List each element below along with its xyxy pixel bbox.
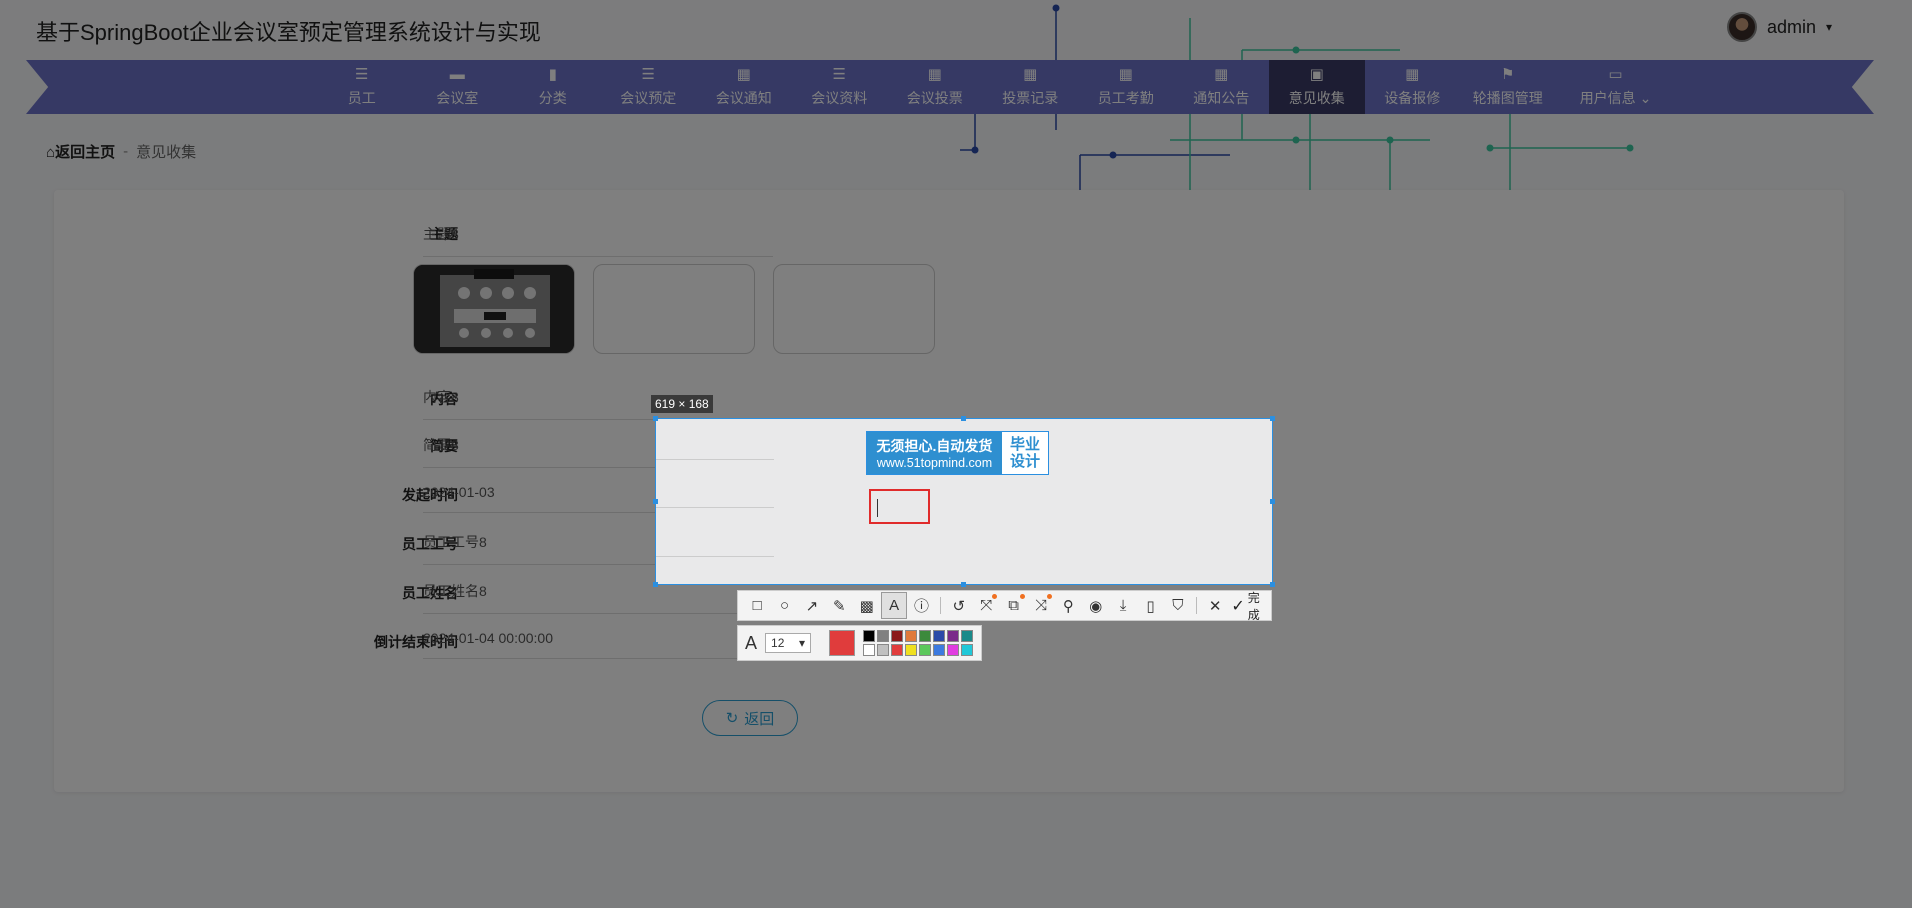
phone-icon[interactable]: ▯ — [1137, 592, 1163, 619]
resize-handle-bottom-right[interactable] — [1270, 582, 1275, 587]
color-swatch[interactable] — [891, 644, 904, 656]
done-button[interactable]: ✓ 完成 — [1231, 589, 1271, 623]
screenshot-toolbar: □ ○ ↗ ✎ ▩ Aⓘ ↺ ⤧ ⧉ ⤨ ⚲ ◉ ⤓ ▯ ⛉ ✕ ✓ 完成 — [737, 589, 1272, 623]
selection-underlying-line — [656, 507, 774, 508]
current-color-swatch[interactable] — [829, 630, 856, 656]
ad-label: 毕业 设计 — [1009, 436, 1040, 470]
page-root: 基于SpringBoot企业会议室预定管理系统设计与实现 — [0, 0, 1912, 908]
resize-handle-right[interactable] — [1270, 499, 1275, 504]
resize-handle-top[interactable] — [961, 416, 966, 421]
resize-handle-left[interactable] — [653, 499, 658, 504]
color-swatch[interactable] — [905, 644, 918, 656]
bookmark-icon[interactable]: ⛉ — [1165, 592, 1191, 619]
ad-url: www.51topmind.com — [876, 456, 993, 470]
text-annotation-box[interactable] — [869, 489, 930, 524]
done-label: 完成 — [1247, 590, 1260, 622]
ad-banner-left: 无须担心.自动发货 www.51topmind.com — [867, 432, 1002, 474]
toolbar-separator — [1196, 597, 1198, 614]
resize-handle-top-left[interactable] — [653, 416, 658, 421]
color-swatch[interactable] — [961, 644, 974, 656]
long-screenshot-icon[interactable]: ⤧ — [973, 592, 999, 619]
color-swatch[interactable] — [863, 630, 876, 642]
ocr-icon[interactable]: ⧉ — [1000, 592, 1026, 619]
ellipse-tool-icon[interactable]: ○ — [771, 592, 797, 619]
rectangle-tool-icon[interactable]: □ — [744, 592, 770, 619]
color-swatch[interactable] — [947, 644, 960, 656]
resize-handle-bottom-left[interactable] — [653, 582, 658, 587]
color-swatch[interactable] — [933, 630, 946, 642]
color-swatch[interactable] — [863, 644, 876, 656]
ad-banner: 无须担心.自动发货 www.51topmind.com 毕业 设计 — [866, 431, 1049, 475]
font-size-value: 12 — [771, 636, 785, 650]
resize-handle-bottom[interactable] — [961, 582, 966, 587]
new-badge-dot — [1019, 594, 1025, 599]
mosaic-tool-icon[interactable]: ▩ — [854, 592, 880, 619]
checkmark-icon: ✓ — [1231, 597, 1245, 615]
color-swatch[interactable] — [919, 644, 932, 656]
pin-icon[interactable]: ⚲ — [1055, 592, 1081, 619]
text-cursor — [877, 499, 878, 517]
new-badge-dot — [992, 594, 998, 599]
arrow-tool-icon[interactable]: ↗ — [799, 592, 825, 619]
close-icon[interactable]: ✕ — [1202, 592, 1228, 619]
color-palette — [863, 630, 974, 656]
font-icon: A — [745, 632, 758, 653]
resize-handle-top-right[interactable] — [1270, 416, 1275, 421]
text-options-panel: A 12 ▾ — [737, 625, 982, 661]
color-swatch[interactable] — [905, 630, 918, 642]
chevron-down-icon: ▾ — [798, 636, 806, 650]
color-swatch[interactable] — [877, 630, 890, 642]
screenshot-selection[interactable]: 无须担心.自动发货 www.51topmind.com 毕业 设计 — [655, 418, 1273, 585]
font-size-select[interactable]: 12 ▾ — [765, 633, 812, 653]
color-swatch[interactable] — [891, 630, 904, 642]
save-icon[interactable]: ⤓ — [1110, 592, 1136, 619]
serial-number-tool-icon[interactable]: ⓘ — [908, 592, 934, 619]
toolbar-separator — [939, 597, 941, 614]
color-swatch[interactable] — [919, 630, 932, 642]
color-swatch[interactable] — [947, 630, 960, 642]
color-swatch[interactable] — [961, 630, 974, 642]
selection-underlying-line — [656, 459, 774, 460]
pen-tool-icon[interactable]: ✎ — [826, 592, 852, 619]
record-icon[interactable]: ◉ — [1083, 592, 1109, 619]
ad-tagline: 无须担心.自动发货 — [876, 438, 993, 454]
color-swatch[interactable] — [877, 644, 890, 656]
undo-icon[interactable]: ↺ — [946, 592, 972, 619]
text-tool-icon[interactable]: A — [880, 592, 908, 619]
selection-size-label: 619 × 168 — [651, 395, 713, 413]
new-badge-dot — [1047, 594, 1053, 599]
selection-underlying-line — [656, 556, 774, 557]
translate-icon[interactable]: ⤨ — [1028, 592, 1054, 619]
color-swatch[interactable] — [933, 644, 946, 656]
